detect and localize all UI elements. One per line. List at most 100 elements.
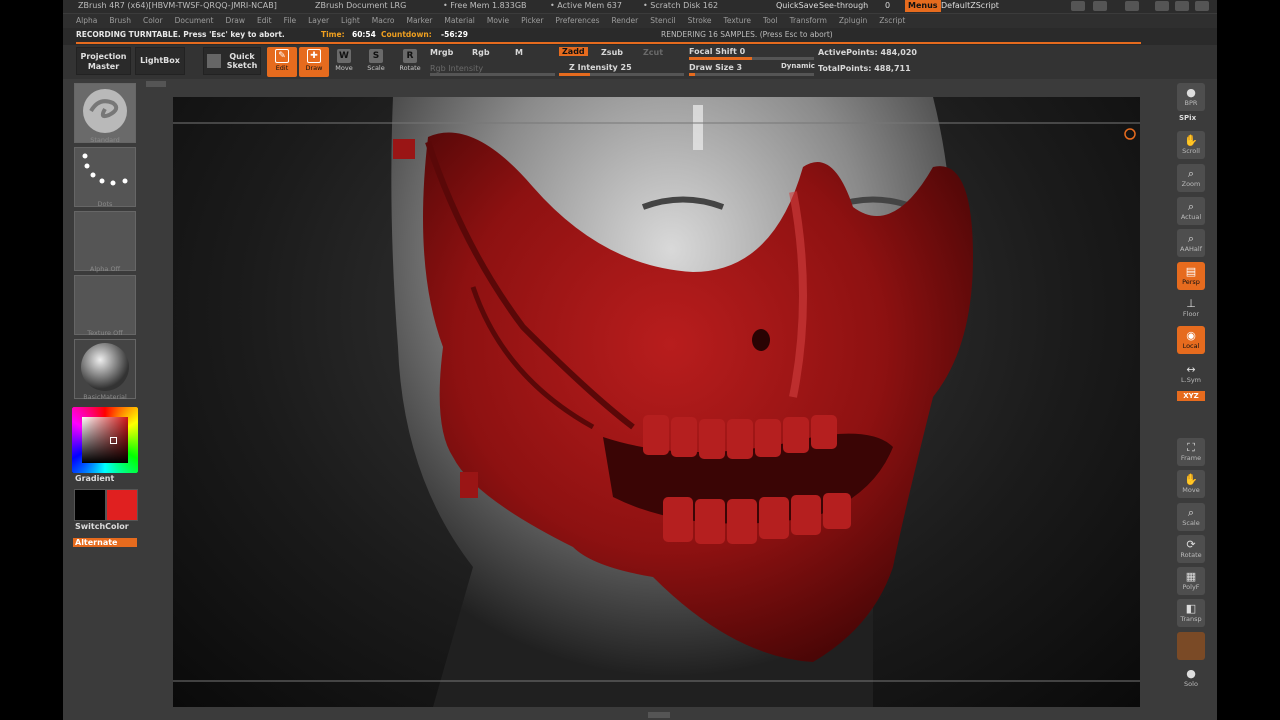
gradient-toggle[interactable]: Gradient <box>75 474 114 483</box>
frame-icon: ⛶ <box>1187 441 1195 454</box>
primary-color-swatch[interactable] <box>74 489 106 521</box>
zadd-toggle[interactable]: Zadd <box>559 47 588 56</box>
document-canvas[interactable] <box>173 97 1140 707</box>
menu-item[interactable]: Tool <box>763 16 778 25</box>
restore-icon[interactable] <box>1175 1 1189 11</box>
focal-shift-slider[interactable] <box>689 57 814 60</box>
menu-item[interactable]: Zscript <box>879 16 905 25</box>
menu-item[interactable]: Draw <box>225 16 245 25</box>
material-thumbnail[interactable] <box>74 339 136 399</box>
menu-item[interactable]: Texture <box>724 16 751 25</box>
active-mem: • Active Mem 637 <box>550 1 622 10</box>
scroll-button[interactable]: ✋ Scroll <box>1177 131 1205 159</box>
solo-button[interactable]: ● Solo <box>1177 664 1205 692</box>
palette-icon[interactable] <box>1093 1 1107 11</box>
menu-item[interactable]: Render <box>612 16 639 25</box>
quick-sketch-button[interactable]: Quick Sketch <box>203 47 261 75</box>
lightbox-button[interactable]: LightBox <box>135 47 185 75</box>
menu-item[interactable]: File <box>284 16 297 25</box>
spix-label[interactable]: SPix <box>1179 114 1196 122</box>
menu-item[interactable]: Zplugin <box>839 16 867 25</box>
quicksave-button[interactable]: QuickSave <box>776 0 818 12</box>
move-button[interactable]: ✋ Move <box>1177 470 1205 498</box>
actual-button[interactable]: ⌕ Actual <box>1177 197 1205 225</box>
z-intensity-fill <box>559 73 591 76</box>
menu-item[interactable]: Preferences <box>555 16 599 25</box>
dynamic-toggle[interactable]: Dynamic <box>781 62 815 70</box>
ghost-button[interactable] <box>1177 632 1205 660</box>
zoom-label: Zoom <box>1181 180 1201 188</box>
menu-item[interactable]: Macro <box>372 16 395 25</box>
alternate-button[interactable]: Alternate <box>73 538 137 547</box>
bpr-button[interactable]: ● BPR <box>1177 83 1205 111</box>
scale-button[interactable]: ⌕ Scale <box>1177 503 1205 531</box>
rgb-toggle[interactable]: Rgb <box>472 48 490 57</box>
transp-button[interactable]: ◧ Transp <box>1177 599 1205 627</box>
switch-color-button[interactable]: SwitchColor <box>75 522 129 531</box>
bottom-tray-handle[interactable] <box>648 712 670 718</box>
see-through-value: 0 <box>885 1 891 10</box>
default-zscript-button[interactable]: DefaultZScript <box>941 0 999 12</box>
menu-item[interactable]: Material <box>444 16 474 25</box>
brush-thumbnail[interactable] <box>74 83 136 143</box>
floor-button[interactable]: ⊥ Floor <box>1177 294 1205 322</box>
rotate-button[interactable]: ⟳ Rotate <box>1177 535 1205 563</box>
menu-item[interactable]: Alpha <box>76 16 97 25</box>
edit-tool-button[interactable]: ✎ Edit <box>267 47 297 77</box>
lock-icon[interactable] <box>1125 1 1139 11</box>
menu-item[interactable]: Picker <box>521 16 543 25</box>
m-toggle[interactable]: M <box>515 48 523 57</box>
tray-handle[interactable] <box>146 81 166 87</box>
menu-bar: Alpha Brush Color Document Draw Edit File Layer… <box>63 14 1217 28</box>
rotate-tool-button[interactable]: R Rotate <box>395 47 425 77</box>
polyf-label: PolyF <box>1182 583 1200 591</box>
menu-item[interactable]: Edit <box>257 16 272 25</box>
saturation-square[interactable] <box>82 417 128 463</box>
perspective-icon: ▤ <box>1185 265 1197 278</box>
layout-icon[interactable] <box>1071 1 1085 11</box>
menu-item[interactable]: Stroke <box>688 16 712 25</box>
rgb-intensity-slider[interactable] <box>430 73 555 76</box>
time-label: Time: <box>321 30 345 39</box>
menu-item[interactable]: Document <box>175 16 214 25</box>
local-button[interactable]: ◉ Local <box>1177 326 1205 354</box>
draw-size-slider[interactable] <box>689 73 814 76</box>
menu-item[interactable]: Brush <box>109 16 131 25</box>
menu-item[interactable]: Color <box>143 16 163 25</box>
top-shelf: Projection Master LightBox Quick Sketch … <box>63 45 1217 79</box>
dots-stroke-icon <box>82 153 128 186</box>
actual-label: Actual <box>1180 213 1202 221</box>
menu-item[interactable]: Light <box>341 16 360 25</box>
menu-item[interactable]: Stencil <box>650 16 675 25</box>
texture-thumbnail[interactable] <box>74 275 136 335</box>
zcut-toggle[interactable]: Zcut <box>643 48 663 57</box>
menu-item[interactable]: Transform <box>790 16 827 25</box>
mrgb-toggle[interactable]: Mrgb <box>430 48 453 57</box>
minimize-icon[interactable] <box>1155 1 1169 11</box>
secondary-color-swatch[interactable] <box>106 489 138 521</box>
menu-item[interactable]: Movie <box>487 16 509 25</box>
see-through-label[interactable]: See-through <box>819 0 868 12</box>
scroll-label: Scroll <box>1182 147 1200 155</box>
polyf-button[interactable]: ▦ PolyF <box>1177 567 1205 595</box>
draw-tool-button[interactable]: ✚ Draw <box>299 47 329 77</box>
persp-button[interactable]: ▤ Persp <box>1177 262 1205 290</box>
scale-tool-button[interactable]: S Scale <box>361 47 391 77</box>
color-picker[interactable] <box>72 407 138 473</box>
menus-button[interactable]: Menus <box>905 0 941 12</box>
zsub-toggle[interactable]: Zsub <box>601 48 623 57</box>
floor-label: Floor <box>1182 310 1200 318</box>
move-tool-button[interactable]: W Move <box>329 47 359 77</box>
menu-item[interactable]: Marker <box>406 16 432 25</box>
z-intensity-slider[interactable] <box>559 73 684 76</box>
lsym-button[interactable]: ↔ L.Sym <box>1177 360 1205 388</box>
alpha-thumbnail[interactable] <box>74 211 136 271</box>
aahalf-button[interactable]: ⌕ AAHalf <box>1177 229 1205 257</box>
projection-master-button[interactable]: Projection Master <box>76 47 131 75</box>
close-icon[interactable] <box>1195 1 1209 11</box>
frame-button[interactable]: ⛶ Frame <box>1177 438 1205 466</box>
stroke-thumbnail[interactable] <box>74 147 136 207</box>
xyz-toggle[interactable]: XYZ <box>1177 391 1205 401</box>
zoom-button[interactable]: ⌕ Zoom <box>1177 164 1205 192</box>
menu-item[interactable]: Layer <box>308 16 329 25</box>
